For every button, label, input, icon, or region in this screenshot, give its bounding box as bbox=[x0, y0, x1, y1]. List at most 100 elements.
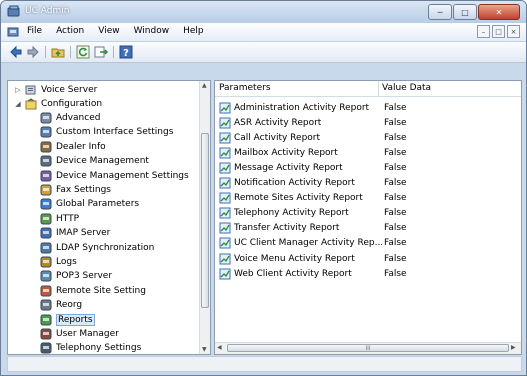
report-icon bbox=[219, 192, 231, 204]
tree-item-advanced[interactable]: Advanced bbox=[40, 111, 100, 125]
tree-item-logs[interactable]: Logs bbox=[40, 255, 77, 269]
forward-arrow-icon[interactable] bbox=[26, 45, 40, 59]
list-item[interactable]: Transfer Activity Report False bbox=[219, 221, 519, 236]
tree-item-device-management[interactable]: Device Management bbox=[40, 154, 149, 168]
tree-label: POP3 Server bbox=[56, 271, 113, 282]
tree-item-imap-server[interactable]: IMAP Server bbox=[40, 226, 110, 240]
menu-view[interactable]: View bbox=[98, 26, 119, 36]
tree-node-voice-server[interactable]: ▷ Voice Server bbox=[14, 83, 97, 97]
device-settings-icon bbox=[40, 170, 52, 182]
back-arrow-icon[interactable] bbox=[9, 45, 23, 59]
list-item[interactable]: ASR Activity Report False bbox=[219, 115, 519, 130]
collapse-arrow-icon[interactable]: ◢ bbox=[14, 100, 22, 108]
menu-file[interactable]: File bbox=[27, 26, 42, 36]
scroll-thumb[interactable]: III bbox=[227, 344, 509, 352]
list-item[interactable]: Call Activity Report False bbox=[219, 130, 519, 145]
parameter-value: False bbox=[384, 147, 407, 158]
scroll-down-icon[interactable]: ▼ bbox=[202, 346, 207, 353]
console-icon[interactable] bbox=[7, 26, 19, 38]
menu-action[interactable]: Action bbox=[56, 26, 84, 36]
mdi-close-button[interactable]: × bbox=[507, 25, 520, 38]
tree-vertical-scrollbar[interactable]: ▲ ▼ bbox=[199, 81, 210, 354]
column-header-parameters[interactable]: Parameters bbox=[219, 83, 271, 93]
tree-node-configuration[interactable]: ◢ Configuration bbox=[14, 97, 102, 111]
list-item[interactable]: UC Client Manager Activity Rep... False bbox=[219, 236, 519, 251]
mdi-minimize-button[interactable]: – bbox=[477, 25, 490, 38]
up-folder-icon[interactable] bbox=[51, 45, 65, 59]
list-item[interactable]: Web Client Activity Report False bbox=[219, 266, 519, 281]
tree-item-telephony-settings[interactable]: Telephony Settings bbox=[40, 341, 141, 354]
scroll-up-icon[interactable]: ▲ bbox=[202, 82, 207, 89]
expand-arrow-icon[interactable]: ▷ bbox=[14, 86, 22, 94]
tree-item-remote-site-setting[interactable]: Remote Site Setting bbox=[40, 284, 146, 298]
list-item[interactable]: Remote Sites Activity Report False bbox=[219, 191, 519, 206]
list-item[interactable]: Message Activity Report False bbox=[219, 160, 519, 175]
tree-label: Reports bbox=[56, 313, 95, 326]
app-window: UC Admin ─ □ ✕ File Action View Window H… bbox=[0, 0, 527, 376]
report-icon bbox=[219, 253, 231, 264]
tree-item-reorg[interactable]: Reorg bbox=[40, 298, 82, 312]
report-icon bbox=[219, 207, 231, 219]
column-divider[interactable] bbox=[378, 81, 379, 96]
list-horizontal-scrollbar[interactable]: ◀ III ▶ bbox=[215, 342, 521, 354]
list-item[interactable]: Notification Activity Report False bbox=[219, 176, 519, 191]
tree-label: Advanced bbox=[56, 113, 101, 123]
reports-icon bbox=[40, 314, 52, 326]
tree-item-user-manager[interactable]: User Manager bbox=[40, 327, 119, 341]
title-bar[interactable]: UC Admin ─ □ ✕ bbox=[1, 1, 526, 23]
reorg-icon bbox=[40, 299, 52, 311]
pop3-icon bbox=[40, 270, 52, 282]
tree-label: Device Management Settings bbox=[56, 170, 189, 181]
fax-icon bbox=[40, 184, 52, 196]
tree-item-dealer-info[interactable]: Dealer Info bbox=[40, 140, 106, 154]
tree-label: User Manager bbox=[56, 329, 119, 339]
parameter-name: Telephony Activity Report bbox=[234, 208, 349, 219]
parameter-name: Remote Sites Activity Report bbox=[234, 193, 363, 204]
parameter-value: False bbox=[384, 117, 407, 128]
tree-label: Global Parameters bbox=[56, 199, 140, 210]
tree-item-custom-interface-settings[interactable]: Custom Interface Settings bbox=[40, 125, 173, 139]
column-header-value-data[interactable]: Value Data bbox=[382, 83, 431, 93]
parameter-value: False bbox=[384, 238, 407, 249]
tree-label: Fax Settings bbox=[56, 185, 111, 195]
tree-label: Device Management bbox=[56, 156, 149, 167]
tree-item-device-management-settings[interactable]: Device Management Settings bbox=[40, 169, 189, 183]
parameter-value: False bbox=[384, 102, 407, 113]
menu-window[interactable]: Window bbox=[134, 26, 170, 36]
scroll-thumb[interactable] bbox=[201, 133, 209, 308]
parameter-name: Voice Menu Activity Report bbox=[234, 253, 355, 264]
tree-item-fax-settings[interactable]: Fax Settings bbox=[40, 183, 111, 197]
refresh-icon[interactable] bbox=[76, 45, 90, 59]
toolbar-separator bbox=[45, 46, 46, 58]
scroll-left-icon[interactable]: ◀ bbox=[217, 344, 222, 351]
parameter-name: Transfer Activity Report bbox=[234, 223, 340, 234]
parameter-name: Notification Activity Report bbox=[234, 178, 355, 188]
tree-item-global-parameters[interactable]: Global Parameters bbox=[40, 197, 139, 211]
scroll-right-icon[interactable]: ▶ bbox=[511, 344, 516, 351]
mdi-restore-button[interactable]: □ bbox=[492, 25, 505, 38]
list-item[interactable]: Voice Menu Activity Report False bbox=[219, 251, 519, 266]
maximize-button[interactable]: □ bbox=[453, 4, 477, 20]
minimize-button[interactable]: ─ bbox=[428, 4, 452, 20]
parameter-name: UC Client Manager Activity Rep... bbox=[234, 238, 382, 249]
custom-interface-icon bbox=[40, 126, 52, 138]
report-icon bbox=[219, 237, 231, 249]
close-button[interactable]: ✕ bbox=[478, 4, 520, 20]
parameter-value: False bbox=[384, 223, 407, 234]
menu-help[interactable]: Help bbox=[183, 26, 204, 36]
list-item[interactable]: Telephony Activity Report False bbox=[219, 206, 519, 221]
tree-item-ldap-synchronization[interactable]: LDAP Synchronization bbox=[40, 241, 154, 255]
help-icon[interactable]: ? bbox=[119, 45, 133, 59]
parameter-name: Mailbox Activity Report bbox=[234, 147, 338, 158]
list-item[interactable]: Administration Activity Report False bbox=[219, 100, 519, 115]
tree-item-pop3-server[interactable]: POP3 Server bbox=[40, 269, 112, 283]
tree-item-http[interactable]: HTTP bbox=[40, 212, 79, 226]
list-item[interactable]: Mailbox Activity Report False bbox=[219, 145, 519, 160]
tree-item-reports[interactable]: Reports bbox=[40, 313, 95, 327]
user-manager-icon bbox=[40, 328, 52, 340]
tree-label: Reorg bbox=[56, 300, 83, 311]
remote-site-icon bbox=[40, 285, 52, 297]
parameter-value: False bbox=[384, 132, 407, 143]
export-list-icon[interactable] bbox=[94, 45, 108, 59]
report-icon bbox=[219, 222, 231, 234]
